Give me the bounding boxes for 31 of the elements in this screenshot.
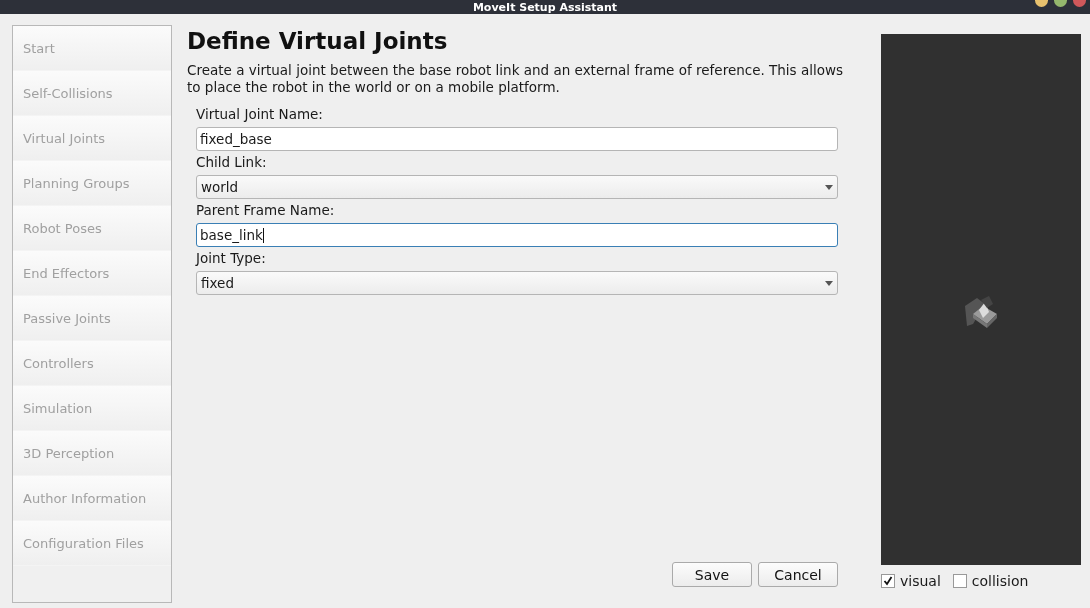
dropdown[interactable]: world — [196, 175, 838, 199]
sidebar-item[interactable]: Planning Groups — [13, 161, 171, 206]
checkbox-label: collision — [971, 573, 1029, 589]
field-label: Parent Frame Name: — [196, 202, 336, 220]
caret-icon — [825, 184, 833, 190]
text-field[interactable]: base_link — [196, 223, 838, 247]
sidebar-item[interactable]: Virtual Joints — [13, 116, 171, 161]
window-title: MoveIt Setup Assistant — [472, 2, 618, 14]
sidebar-item[interactable]: Configuration Files — [13, 521, 171, 566]
sidebar-item[interactable]: Robot Poses — [13, 206, 171, 251]
sidebar-item[interactable]: Author Information — [13, 476, 171, 521]
field-label: Child Link: — [196, 154, 268, 172]
field-label: Virtual Joint Name: — [196, 106, 324, 124]
sidebar-item[interactable]: Self-Collisions — [13, 71, 171, 116]
page-title: Define Virtual Joints — [187, 28, 449, 54]
sidebar-item[interactable]: 3D Perception — [13, 431, 171, 476]
sidebar-item[interactable]: Simulation — [13, 386, 171, 431]
cancel-button[interactable]: Cancel — [758, 562, 838, 587]
sidebar-item[interactable]: Start — [13, 26, 171, 71]
dropdown[interactable]: fixed — [196, 271, 838, 295]
save-button[interactable]: Save — [672, 562, 752, 587]
page-description: Create a virtual joint between the base robot link and an external frame of reference. This allows to place the robot in the world or on a mobile platform. — [187, 62, 845, 96]
sidebar-item[interactable]: Controllers — [13, 341, 171, 386]
sidebar-item[interactable]: End Effectors — [13, 251, 171, 296]
caret-icon — [825, 280, 833, 286]
checkbox-label: visual — [900, 573, 941, 589]
sidebar-item[interactable]: Passive Joints — [13, 296, 171, 341]
checkbox[interactable] — [881, 574, 895, 588]
text-field[interactable]: fixed_base — [196, 127, 838, 151]
field-label: Joint Type: — [196, 250, 267, 268]
checkbox[interactable] — [952, 574, 967, 588]
